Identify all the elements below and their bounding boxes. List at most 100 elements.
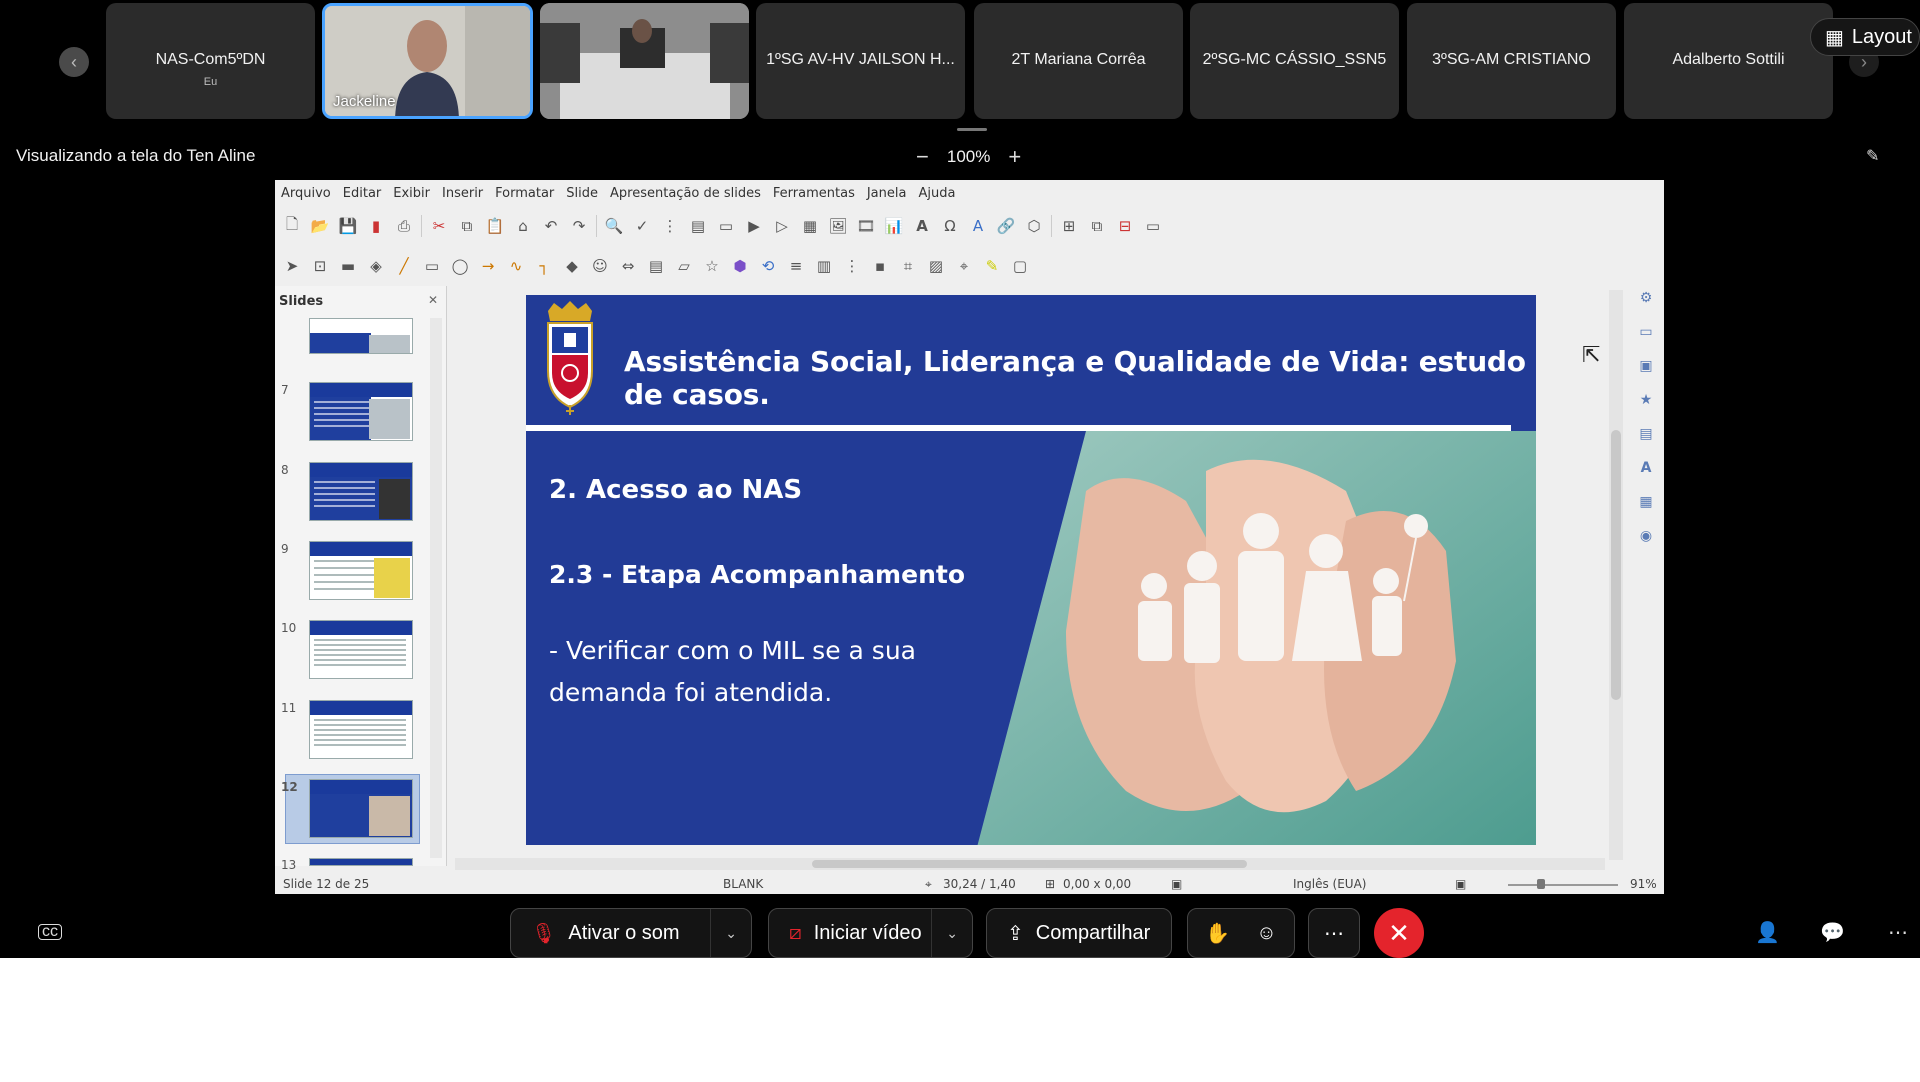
slides-pane-scrollbar[interactable]	[430, 318, 442, 858]
participant-tile[interactable]	[540, 3, 749, 119]
master-slides-icon[interactable]: ★	[1636, 390, 1656, 410]
menu-item[interactable]: Ajuda	[918, 186, 955, 201]
clone-format-icon[interactable]: ⌂	[512, 216, 534, 236]
block-arrows-icon[interactable]: ⇔	[617, 256, 639, 276]
line-color-icon[interactable]: ▬	[337, 256, 359, 276]
rotate-icon[interactable]: ⟲	[757, 256, 779, 276]
shadow-icon[interactable]: ▪	[869, 256, 891, 276]
distribute-icon[interactable]: ⋮	[841, 256, 863, 276]
participant-tile[interactable]: NAS-Com5ºDN Eu	[106, 3, 315, 119]
zoom-slider-handle[interactable]	[1537, 879, 1545, 889]
mute-button[interactable]: 🎙 Ativar o som ⌄	[510, 908, 752, 958]
print-icon[interactable]: ⎙	[393, 216, 415, 236]
special-char-icon[interactable]: Ω	[939, 216, 961, 236]
media-icon[interactable]: 🎞	[855, 216, 877, 236]
save-icon[interactable]: 💾	[337, 216, 359, 236]
current-slide[interactable]: Assistência Social, Liderança e Qualidad…	[526, 295, 1536, 845]
paste-icon[interactable]: 📋	[484, 216, 506, 236]
menu-item[interactable]: Ferramentas	[773, 186, 855, 201]
cut-icon[interactable]: ✂	[428, 216, 450, 236]
vertical-scrollbar[interactable]	[1609, 290, 1623, 860]
spelling-icon[interactable]: ✓	[631, 216, 653, 236]
crop-icon[interactable]: ⌗	[897, 256, 919, 276]
leave-meeting-button[interactable]: ✕	[1374, 908, 1424, 958]
start-first-icon[interactable]: ▶	[743, 216, 765, 236]
slide-thumbnail[interactable]	[309, 700, 413, 759]
zoom-out-button[interactable]: −	[916, 144, 929, 170]
menu-item[interactable]: Janela	[867, 186, 907, 201]
reactions-icon[interactable]: ☺	[1256, 922, 1276, 945]
fontwork-icon[interactable]: A	[967, 216, 989, 236]
more-options-button[interactable]: ⋯	[1308, 908, 1360, 958]
ellipse-icon[interactable]: ◯	[449, 256, 471, 276]
annotate-icon[interactable]: ✎	[1866, 146, 1879, 166]
participant-tile[interactable]: Adalberto Sottili	[1624, 3, 1833, 119]
video-button[interactable]: ⧄ Iniciar vídeo ⌄	[768, 908, 973, 958]
callout-icon[interactable]: ▱	[673, 256, 695, 276]
fill-color-icon[interactable]: ◈	[365, 256, 387, 276]
slide-transition-icon[interactable]: ▭	[1636, 322, 1656, 342]
navigator-icon[interactable]: ◉	[1636, 526, 1656, 546]
share-button[interactable]: ⇪ Compartilhar	[986, 908, 1172, 958]
gallery-icon[interactable]: ▦	[1636, 492, 1656, 512]
find-replace-icon[interactable]: 🔍	[603, 216, 625, 236]
chevron-down-icon[interactable]: ⌄	[710, 909, 751, 957]
new-icon[interactable]: 🗋	[281, 215, 303, 236]
line-tool-icon[interactable]: ╱	[393, 256, 415, 276]
captions-icon[interactable]: cc	[38, 924, 62, 940]
animation-icon[interactable]: ▣	[1636, 356, 1656, 376]
basic-shapes-icon[interactable]: ◆	[561, 256, 583, 276]
horizontal-scrollbar[interactable]	[455, 858, 1605, 870]
slide-thumbnail[interactable]	[309, 620, 413, 679]
menu-item[interactable]: Arquivo	[281, 186, 331, 201]
menu-item[interactable]: Editar	[343, 186, 382, 201]
slide-thumbnail-selected[interactable]	[309, 779, 413, 838]
participant-tile-active[interactable]: Jackeline	[322, 3, 533, 119]
filter-icon[interactable]: ▨	[925, 256, 947, 276]
raise-hand-icon[interactable]: ✋	[1205, 921, 1230, 946]
chat-icon[interactable]: 💬	[1820, 920, 1845, 945]
strip-prev-button[interactable]: ‹	[59, 47, 89, 77]
new-slide-icon[interactable]: ⊞	[1058, 216, 1080, 236]
rectangle-icon[interactable]: ▭	[421, 256, 443, 276]
points-icon[interactable]: ⌖	[953, 256, 975, 276]
slide-thumbnail[interactable]	[309, 318, 413, 354]
zoom-pan-icon[interactable]: ⊡	[309, 256, 331, 276]
textbox-icon[interactable]: A	[911, 216, 933, 236]
participant-tile[interactable]: 2T Mariana Corrêa	[974, 3, 1183, 119]
more-icon[interactable]: ⋯	[1888, 920, 1908, 945]
curve-icon[interactable]: ∿	[505, 256, 527, 276]
participant-tile[interactable]: 3ºSG-AM CRISTIANO	[1407, 3, 1616, 119]
fit-slide-icon[interactable]: ▣	[1455, 877, 1466, 891]
slide-thumbnail[interactable]	[309, 462, 413, 521]
master-slide-icon[interactable]: ▭	[715, 216, 737, 236]
menu-item[interactable]: Slide	[566, 186, 598, 201]
strip-resize-handle[interactable]	[957, 128, 987, 131]
glue-points-icon[interactable]: ✎	[981, 256, 1003, 276]
styles-icon[interactable]: ▤	[1636, 424, 1656, 444]
slide-thumbnail[interactable]	[309, 541, 413, 600]
duplicate-slide-icon[interactable]: ⧉	[1086, 216, 1108, 236]
table-icon[interactable]: ▦	[799, 216, 821, 236]
layout-button[interactable]: ▦ Layout	[1810, 18, 1920, 56]
zoom-in-button[interactable]: +	[1008, 144, 1021, 170]
chart-icon[interactable]: 📊	[883, 216, 905, 236]
menu-item[interactable]: Inserir	[442, 186, 483, 201]
align-icon[interactable]: ≡	[785, 256, 807, 276]
slide-layout-icon[interactable]: ▭	[1142, 216, 1164, 236]
delete-slide-icon[interactable]: ⊟	[1114, 216, 1136, 236]
hyperlink-icon[interactable]: 🔗	[995, 216, 1017, 236]
zoom-slider[interactable]	[1508, 884, 1618, 886]
show-draw-icon[interactable]: ⬡	[1023, 216, 1045, 236]
redo-icon[interactable]: ↷	[568, 216, 590, 236]
copy-icon[interactable]: ⧉	[456, 216, 478, 236]
image-icon[interactable]: 🖼	[827, 216, 849, 236]
grid-icon[interactable]: ⋮	[659, 216, 681, 236]
arrange-icon[interactable]: ▥	[813, 256, 835, 276]
menu-item[interactable]: Apresentação de slides	[610, 186, 761, 201]
display-views-icon[interactable]: ▤	[687, 216, 709, 236]
menu-item[interactable]: Exibir	[393, 186, 430, 201]
stars-icon[interactable]: ☆	[701, 256, 723, 276]
slide-thumbnail[interactable]	[309, 858, 413, 866]
chevron-down-icon[interactable]: ⌄	[931, 909, 972, 957]
